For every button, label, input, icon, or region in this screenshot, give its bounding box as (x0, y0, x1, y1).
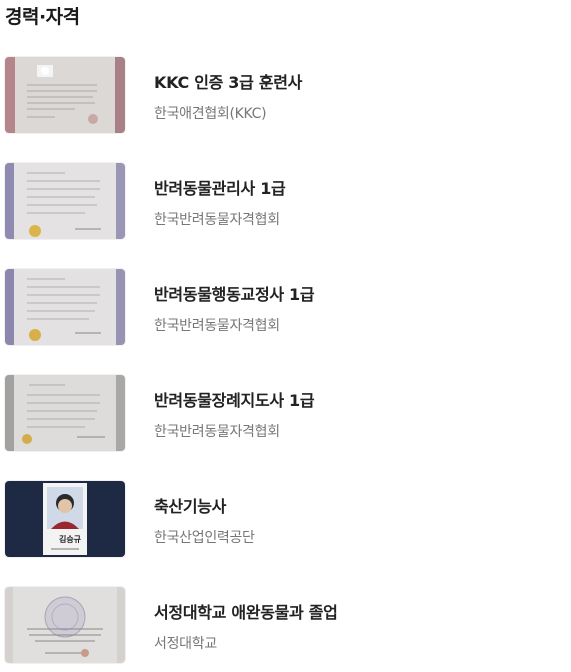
item-title: KKC 인증 3급 훈련사 (154, 73, 303, 92)
certificate-photo-icon[interactable] (5, 375, 125, 451)
list-item[interactable]: KKC 인증 3급 훈련사 한국애견협회(KKC) (0, 57, 571, 135)
item-title: 축산기능사 (154, 497, 227, 516)
section-title: 경력·자격 (5, 6, 80, 28)
item-issuer: 서정대학교 (154, 636, 217, 652)
item-title: 반려동물관리사 1급 (154, 179, 286, 198)
item-issuer: 한국애견협회(KKC) (154, 106, 267, 122)
item-issuer: 한국산업인력공단 (154, 530, 255, 546)
certificate-photo-icon[interactable] (5, 163, 125, 239)
license-card-photo-icon[interactable]: 김승규 (5, 481, 125, 557)
card-name-label: 김승규 (58, 535, 82, 544)
certificate-photo-icon[interactable] (5, 57, 125, 133)
item-issuer: 한국반려동물자격협회 (154, 212, 280, 228)
item-title: 반려동물장례지도사 1급 (154, 391, 315, 410)
diploma-photo-icon[interactable] (5, 587, 125, 663)
item-issuer: 한국반려동물자격협회 (154, 318, 280, 334)
list-item[interactable]: 김승규 축산기능사 한국산업인력공단 (0, 481, 571, 559)
list-item[interactable]: 반려동물장례지도사 1급 한국반려동물자격협회 (0, 375, 571, 453)
list-item[interactable]: 반려동물관리사 1급 한국반려동물자격협회 (0, 163, 571, 241)
item-title: 서정대학교 애완동물과 졸업 (154, 603, 338, 622)
certificate-photo-icon[interactable] (5, 269, 125, 345)
item-issuer: 한국반려동물자격협회 (154, 424, 280, 440)
item-title: 반려동물행동교정사 1급 (154, 285, 315, 304)
list-item[interactable]: 서정대학교 애완동물과 졸업 서정대학교 (0, 587, 571, 665)
list-item[interactable]: 반려동물행동교정사 1급 한국반려동물자격협회 (0, 269, 571, 347)
